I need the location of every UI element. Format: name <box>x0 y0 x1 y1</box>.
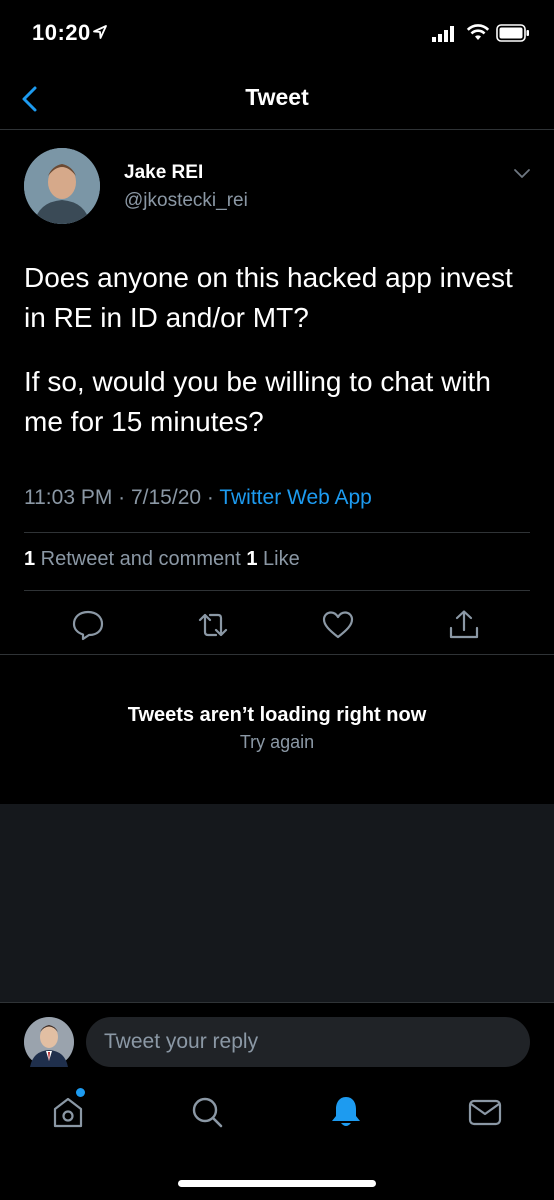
tweet-stats: 1 Retweet and comment 1 Like <box>24 548 300 571</box>
retweet-count[interactable]: 1 <box>24 548 35 570</box>
location-arrow-icon <box>93 25 107 39</box>
search-icon[interactable] <box>189 1094 225 1130</box>
tweet-text-paragraph: If so, would you be willing to chat with… <box>24 366 491 437</box>
retweet-label[interactable]: Retweet and comment <box>35 548 246 570</box>
messages-icon[interactable] <box>467 1094 503 1130</box>
current-user-avatar[interactable] <box>24 1017 74 1067</box>
status-bar: 10:20 <box>0 0 554 70</box>
tweet-metadata: 11:03 PM · 7/15/20 · Twitter Web App <box>24 486 372 510</box>
tweet-text-paragraph: Does anyone on this hacked app invest in… <box>24 262 513 333</box>
try-again-button[interactable]: Try again <box>0 732 554 753</box>
retweet-icon[interactable] <box>196 608 230 642</box>
author-name[interactable]: Jake REI <box>124 162 203 184</box>
divider <box>24 532 530 533</box>
battery-icon <box>496 24 529 42</box>
tweet-source-link[interactable]: Twitter Web App <box>219 486 372 509</box>
new-tweets-dot <box>76 1088 85 1097</box>
author-avatar[interactable] <box>24 148 100 224</box>
empty-content-area <box>0 804 554 1002</box>
notifications-icon[interactable] <box>328 1094 364 1130</box>
page-title: Tweet <box>245 84 309 110</box>
divider <box>24 590 530 591</box>
reply-input[interactable] <box>86 1017 530 1067</box>
error-message: Tweets aren’t loading right now <box>127 704 427 726</box>
home-icon[interactable] <box>50 1094 86 1130</box>
chevron-down-icon[interactable] <box>512 166 532 180</box>
navigation-bar: Tweet <box>0 70 554 130</box>
share-icon[interactable] <box>447 608 481 642</box>
home-indicator[interactable] <box>178 1180 376 1187</box>
replies-error: Tweets aren’t loading right now <box>0 704 554 727</box>
status-time: 10:20 <box>32 20 91 45</box>
like-count[interactable]: 1 <box>246 548 257 570</box>
reply-icon[interactable] <box>71 608 105 642</box>
like-label[interactable]: Like <box>257 548 300 570</box>
author-handle[interactable]: @jkostecki_rei <box>124 190 248 212</box>
tweet-actions <box>0 602 554 654</box>
reply-composer <box>0 1002 554 1080</box>
divider <box>0 654 554 655</box>
like-heart-icon[interactable] <box>321 608 355 642</box>
tweet-timestamp: 11:03 PM · 7/15/20 · <box>24 486 220 509</box>
wifi-icon <box>466 24 490 40</box>
cellular-signal-icon <box>432 26 454 42</box>
tab-bar <box>0 1080 554 1200</box>
